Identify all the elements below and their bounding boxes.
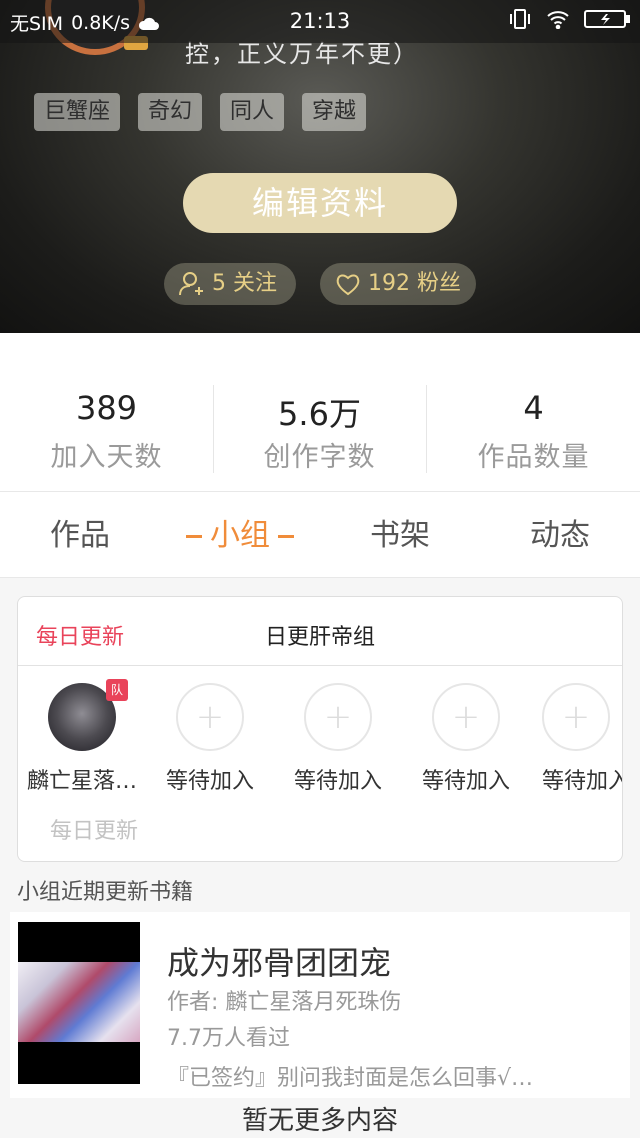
plus-icon: + xyxy=(451,697,481,737)
stat-join-days: 389 加入天数 xyxy=(0,389,213,474)
member-name: 麟亡星落… xyxy=(26,769,137,794)
profile-header: 控，正义万年不更） 巨蟹座 奇幻 同人 穿越 编辑资料 5 关注 192 粉丝 xyxy=(0,0,640,333)
tag-item[interactable]: 奇幻 xyxy=(138,93,203,131)
plus-icon: + xyxy=(561,697,591,737)
tab-activity[interactable]: 动态 xyxy=(480,492,640,579)
tag-item[interactable]: 穿越 xyxy=(302,93,367,131)
member-name: 等待加入 xyxy=(293,769,382,794)
stat-word-count: 5.6万 创作字数 xyxy=(213,389,426,474)
stats-panel: 389 加入天数 5.6万 创作字数 4 作品数量 xyxy=(0,333,640,491)
member-avatar: 队 xyxy=(48,679,128,751)
fans-button[interactable]: 192 粉丝 xyxy=(320,263,476,305)
battery-icon xyxy=(584,10,630,28)
stat-value: 5.6万 xyxy=(278,395,361,433)
book-cover xyxy=(18,922,140,1084)
tag-item[interactable]: 同人 xyxy=(220,93,285,131)
wifi-icon xyxy=(547,11,569,29)
add-member-circle: + xyxy=(542,683,610,751)
following-label: 5 关注 xyxy=(212,271,277,296)
plus-icon: + xyxy=(195,697,225,737)
group-update-tag: 每日更新 xyxy=(36,625,125,650)
tab-bookshelf[interactable]: 书架 xyxy=(320,492,480,579)
edit-profile-button[interactable]: 编辑资料 xyxy=(183,173,457,233)
stat-label: 作品数量 xyxy=(477,442,590,473)
add-user-icon xyxy=(179,272,203,296)
tab-bar: 作品 小组 书架 动态 xyxy=(0,491,640,578)
group-member[interactable]: 队 麟亡星落… xyxy=(18,679,146,795)
stat-works-count: 4 作品数量 xyxy=(427,389,640,474)
stat-value: 389 xyxy=(75,389,138,427)
status-bar: 无SIM 0.8K/s 21:13 xyxy=(0,0,640,43)
tab-group[interactable]: 小组 xyxy=(160,492,320,579)
book-views: 7.7万人看过 xyxy=(167,1026,290,1051)
tag-item[interactable]: 巨蟹座 xyxy=(34,93,121,131)
tag-list: 巨蟹座 奇幻 同人 穿越 xyxy=(34,93,367,131)
tab-indicator xyxy=(186,535,202,538)
book-author: 作者: 麟亡星落月死珠伤 xyxy=(167,990,402,1015)
add-member-circle: + xyxy=(432,683,500,751)
member-name: 等待加入 xyxy=(542,769,623,794)
add-member-circle: + xyxy=(176,683,244,751)
plus-icon: + xyxy=(323,697,353,737)
group-card[interactable]: 日更肝帝组 每日更新 队 麟亡星落… + 等待加入 + 等待加入 + 等待加入 … xyxy=(17,596,623,862)
recent-books-title: 小组近期更新书籍 xyxy=(17,880,194,905)
member-slot[interactable]: + 等待加入 xyxy=(274,683,402,795)
add-member-circle: + xyxy=(304,683,372,751)
fans-label: 192 粉丝 xyxy=(368,271,461,296)
tab-works[interactable]: 作品 xyxy=(0,492,160,579)
book-description: 『已签约』别问我封面是怎么回事√… xyxy=(167,1066,534,1091)
following-button[interactable]: 5 关注 xyxy=(164,263,296,305)
group-card-header: 日更肝帝组 每日更新 xyxy=(18,597,622,666)
tab-indicator xyxy=(278,535,294,538)
member-slot[interactable]: + 等待加入 xyxy=(530,683,623,795)
stat-value: 4 xyxy=(523,389,544,427)
team-badge: 队 xyxy=(106,679,128,701)
no-more-content: 暂无更多内容 xyxy=(241,1106,398,1136)
group-footer-text: 每日更新 xyxy=(50,819,139,844)
stat-label: 加入天数 xyxy=(50,442,163,473)
stat-label: 创作字数 xyxy=(263,442,376,473)
member-slot[interactable]: + 等待加入 xyxy=(146,683,274,795)
book-card[interactable]: 成为邪骨团团宠 作者: 麟亡星落月死珠伤 7.7万人看过 『已签约』别问我封面是… xyxy=(10,912,630,1098)
tab-label: 小组 xyxy=(210,518,270,553)
member-slot[interactable]: + 等待加入 xyxy=(402,683,530,795)
cover-art xyxy=(18,962,140,1042)
member-name: 等待加入 xyxy=(421,769,510,794)
vibrate-icon xyxy=(510,9,530,29)
book-title: 成为邪骨团团宠 xyxy=(167,944,392,982)
member-name: 等待加入 xyxy=(165,769,254,794)
heart-icon xyxy=(336,274,360,296)
